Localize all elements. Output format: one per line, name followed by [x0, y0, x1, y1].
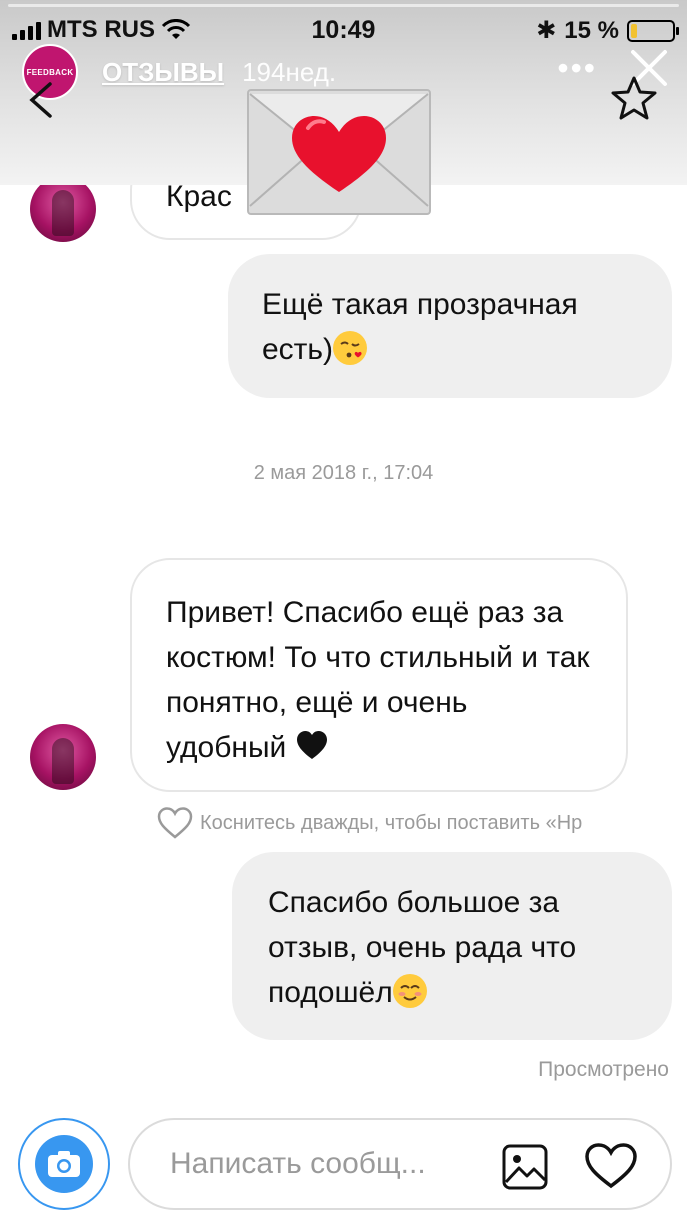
battery-icon	[627, 19, 679, 42]
story-author-name[interactable]: ОТЗЫВЫ	[102, 57, 224, 88]
story-age: 194нед.	[242, 56, 337, 87]
sender-avatar[interactable]	[30, 176, 96, 242]
message-composer[interactable]	[128, 1118, 672, 1210]
story-progress-bar	[8, 4, 679, 7]
message-timestamp: 2 мая 2018 г., 17:04	[253, 462, 434, 484]
message-input[interactable]	[170, 1144, 480, 1184]
heart-outline-icon[interactable]	[584, 1142, 638, 1190]
message-text: Привет! Спасибо ещё раз за костюм! То чт…	[166, 596, 590, 764]
incoming-message[interactable]: Привет! Спасибо ещё раз за костюм! То чт…	[130, 558, 628, 792]
star-outline-icon[interactable]	[609, 74, 659, 124]
hint-text: Коснитесь дважды, чтобы поставить «Нр	[200, 811, 583, 834]
gallery-icon[interactable]	[502, 1144, 548, 1190]
double-tap-like-hint[interactable]: Коснитесь дважды, чтобы поставить «Нр	[156, 806, 582, 840]
kissing-heart-emoji-icon	[333, 331, 368, 365]
camera-icon	[48, 1151, 80, 1177]
sender-avatar[interactable]	[30, 724, 96, 790]
more-options-button[interactable]: •••	[557, 50, 597, 87]
outgoing-message[interactable]: Ещё такая прозрачная есть)	[228, 254, 672, 398]
seen-status: Просмотрено	[538, 1058, 669, 1081]
heart-outline-icon	[157, 807, 193, 839]
black-heart-emoji-icon	[295, 729, 329, 763]
bluetooth-icon: ✱	[536, 17, 557, 44]
smiling-face-emoji-icon	[392, 974, 427, 1008]
love-letter-sticker-icon[interactable]	[246, 88, 432, 216]
battery-percent: 15 %	[564, 16, 619, 44]
outgoing-message[interactable]: Спасибо большое за отзыв, очень рада что…	[232, 852, 672, 1040]
back-chevron-icon[interactable]	[26, 80, 56, 120]
battery-level	[631, 23, 637, 38]
camera-button[interactable]	[18, 1118, 110, 1210]
message-text: Ещё такая прозрачная есть)	[262, 288, 578, 366]
